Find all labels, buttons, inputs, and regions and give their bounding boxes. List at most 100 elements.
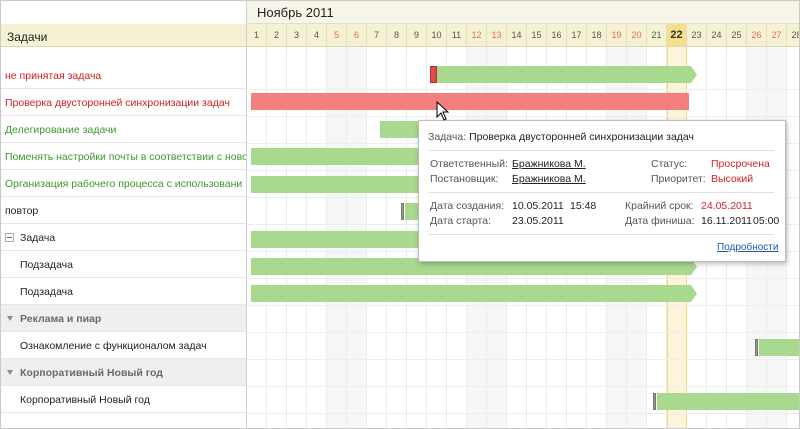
grid-row-line [247,278,799,279]
task-label[interactable]: Подзадача [20,259,73,271]
task-label[interactable]: Подзадача [20,286,73,298]
deadline-value: 24.05.2011 [701,200,753,212]
popup-title: Задача: Проверка двусторонней синхрониза… [428,131,694,143]
day-header-cell: 22 [667,24,687,46]
popup-title-value: Проверка двусторонней синхронизации зада… [469,131,694,143]
task-label[interactable]: Поменять настройки почты в соответствии … [5,151,246,163]
task-bar[interactable] [251,176,431,193]
collapse-triangle-icon[interactable] [7,370,13,375]
task-group-row[interactable]: Реклама и пиар [1,305,246,332]
start-label: Дата старта: [430,215,492,227]
day-header-cell: 7 [367,24,387,46]
task-row[interactable]: Подзадача [1,251,246,278]
day-header-cell: 10 [427,24,447,46]
task-bar-handle[interactable] [401,203,404,220]
responsible-link[interactable]: Бражникова М. [512,158,586,170]
grid-row-line [247,332,799,333]
day-header-cell: 1 [247,24,267,46]
popup-divider [428,192,774,193]
task-row[interactable]: Проверка двусторонней синхронизации зада… [1,89,246,116]
tasks-column-header: Задачи [1,24,246,47]
task-list-panel: Задачи не принятая задача Проверка двусто… [1,1,247,428]
task-label[interactable]: Делегирование задачи [5,124,116,136]
day-header-cell: 2 [267,24,287,46]
task-bar-start-marker[interactable] [430,66,437,83]
day-header: 1 2 3 4 5 6 7 8 9 10 11 12 13 14 15 16 17 18 19 20 21 22 23 24 2… [247,24,799,47]
task-row[interactable]: Ознакомление с функционалом задач [1,332,246,359]
task-row[interactable]: Корпоративный Новый год [1,386,246,413]
task-label[interactable]: Ознакомление с функционалом задач [20,340,207,352]
task-bar[interactable] [657,393,799,410]
grid-row-line [247,359,799,360]
day-header-cell: 20 [627,24,647,46]
task-label[interactable]: Корпоративный Новый год [20,394,150,406]
task-group-row[interactable]: Корпоративный Новый год [1,359,246,386]
task-row[interactable]: не принятая задача [1,62,246,89]
day-header-cell: 11 [447,24,467,46]
task-bar-handle[interactable] [653,393,656,410]
responsible-label: Ответственный: [430,158,508,170]
finish-label: Дата финиша: [625,215,695,227]
created-time: 15:48 [570,200,597,212]
task-row[interactable]: Делегирование задачи [1,116,246,143]
day-column [787,47,799,428]
day-header-cell: 19 [607,24,627,46]
day-header-cell: 26 [747,24,767,46]
day-header-cell: 28 [787,24,799,46]
day-header-cell: 14 [507,24,527,46]
day-header-cell: 6 [347,24,367,46]
task-bar[interactable] [251,231,431,248]
grid-row-line [247,386,799,387]
task-label[interactable]: Задача [20,232,55,244]
task-bar[interactable] [759,339,799,356]
status-value: Просрочена [711,158,770,170]
finish-time: 05:00 [753,215,780,227]
mouse-cursor-icon [436,101,450,121]
task-tooltip-popup: Задача: Проверка двусторонней синхрониза… [418,120,786,262]
created-date: 10.05.2011 [512,200,564,212]
grid-row-line [247,305,799,306]
status-label: Статус: [651,158,688,170]
day-header-cell: 3 [287,24,307,46]
finish-date: 16.11.2011 [701,215,752,227]
task-row[interactable]: Поменять настройки почты в соответствии … [1,143,246,170]
task-bar-arrow [691,66,697,83]
task-rows: не принятая задача Проверка двусторонней … [1,62,246,413]
gantt-frame: Задачи не принятая задача Проверка двусто… [0,0,800,429]
task-row[interactable]: Организация рабочего процесса с использо… [1,170,246,197]
task-label[interactable]: Организация рабочего процесса с использо… [5,178,242,190]
day-header-cell: 24 [707,24,727,46]
month-title: Ноябрь 2011 [247,1,799,24]
day-header-cell: 16 [547,24,567,46]
day-header-cell: 9 [407,24,427,46]
task-bar-handle[interactable] [755,339,758,356]
details-link[interactable]: Подробности [717,242,778,253]
day-header-cell: 27 [767,24,787,46]
day-header-cell: 21 [647,24,667,46]
collapse-triangle-icon[interactable] [7,316,13,321]
task-label[interactable]: Реклама и пиар [20,313,101,325]
task-label[interactable]: Проверка двусторонней синхронизации зада… [5,97,230,109]
grid-row-line [247,116,799,117]
creator-link[interactable]: Бражникова М. [512,173,586,185]
task-label[interactable]: повтор [5,205,38,217]
grid-row-line [247,89,799,90]
task-bar[interactable] [437,66,691,83]
task-row[interactable]: повтор [1,197,246,224]
task-row[interactable]: Задача [1,224,246,251]
day-header-cell: 23 [687,24,707,46]
grid-row-line [247,413,799,414]
task-bar[interactable] [251,285,691,302]
day-header-cell: 4 [307,24,327,46]
priority-label: Приоритет: [651,173,706,185]
collapse-minus-icon[interactable] [5,233,14,242]
task-bar-overdue[interactable] [251,93,689,110]
day-header-cell: 5 [327,24,347,46]
task-label[interactable]: Корпоративный Новый год [20,367,163,379]
priority-value: Высокий [711,173,754,185]
task-bar[interactable] [251,148,431,165]
task-label[interactable]: не принятая задача [5,70,101,82]
creator-label: Постановщик: [430,173,499,185]
task-bar-arrow [691,285,697,302]
task-row[interactable]: Подзадача [1,278,246,305]
